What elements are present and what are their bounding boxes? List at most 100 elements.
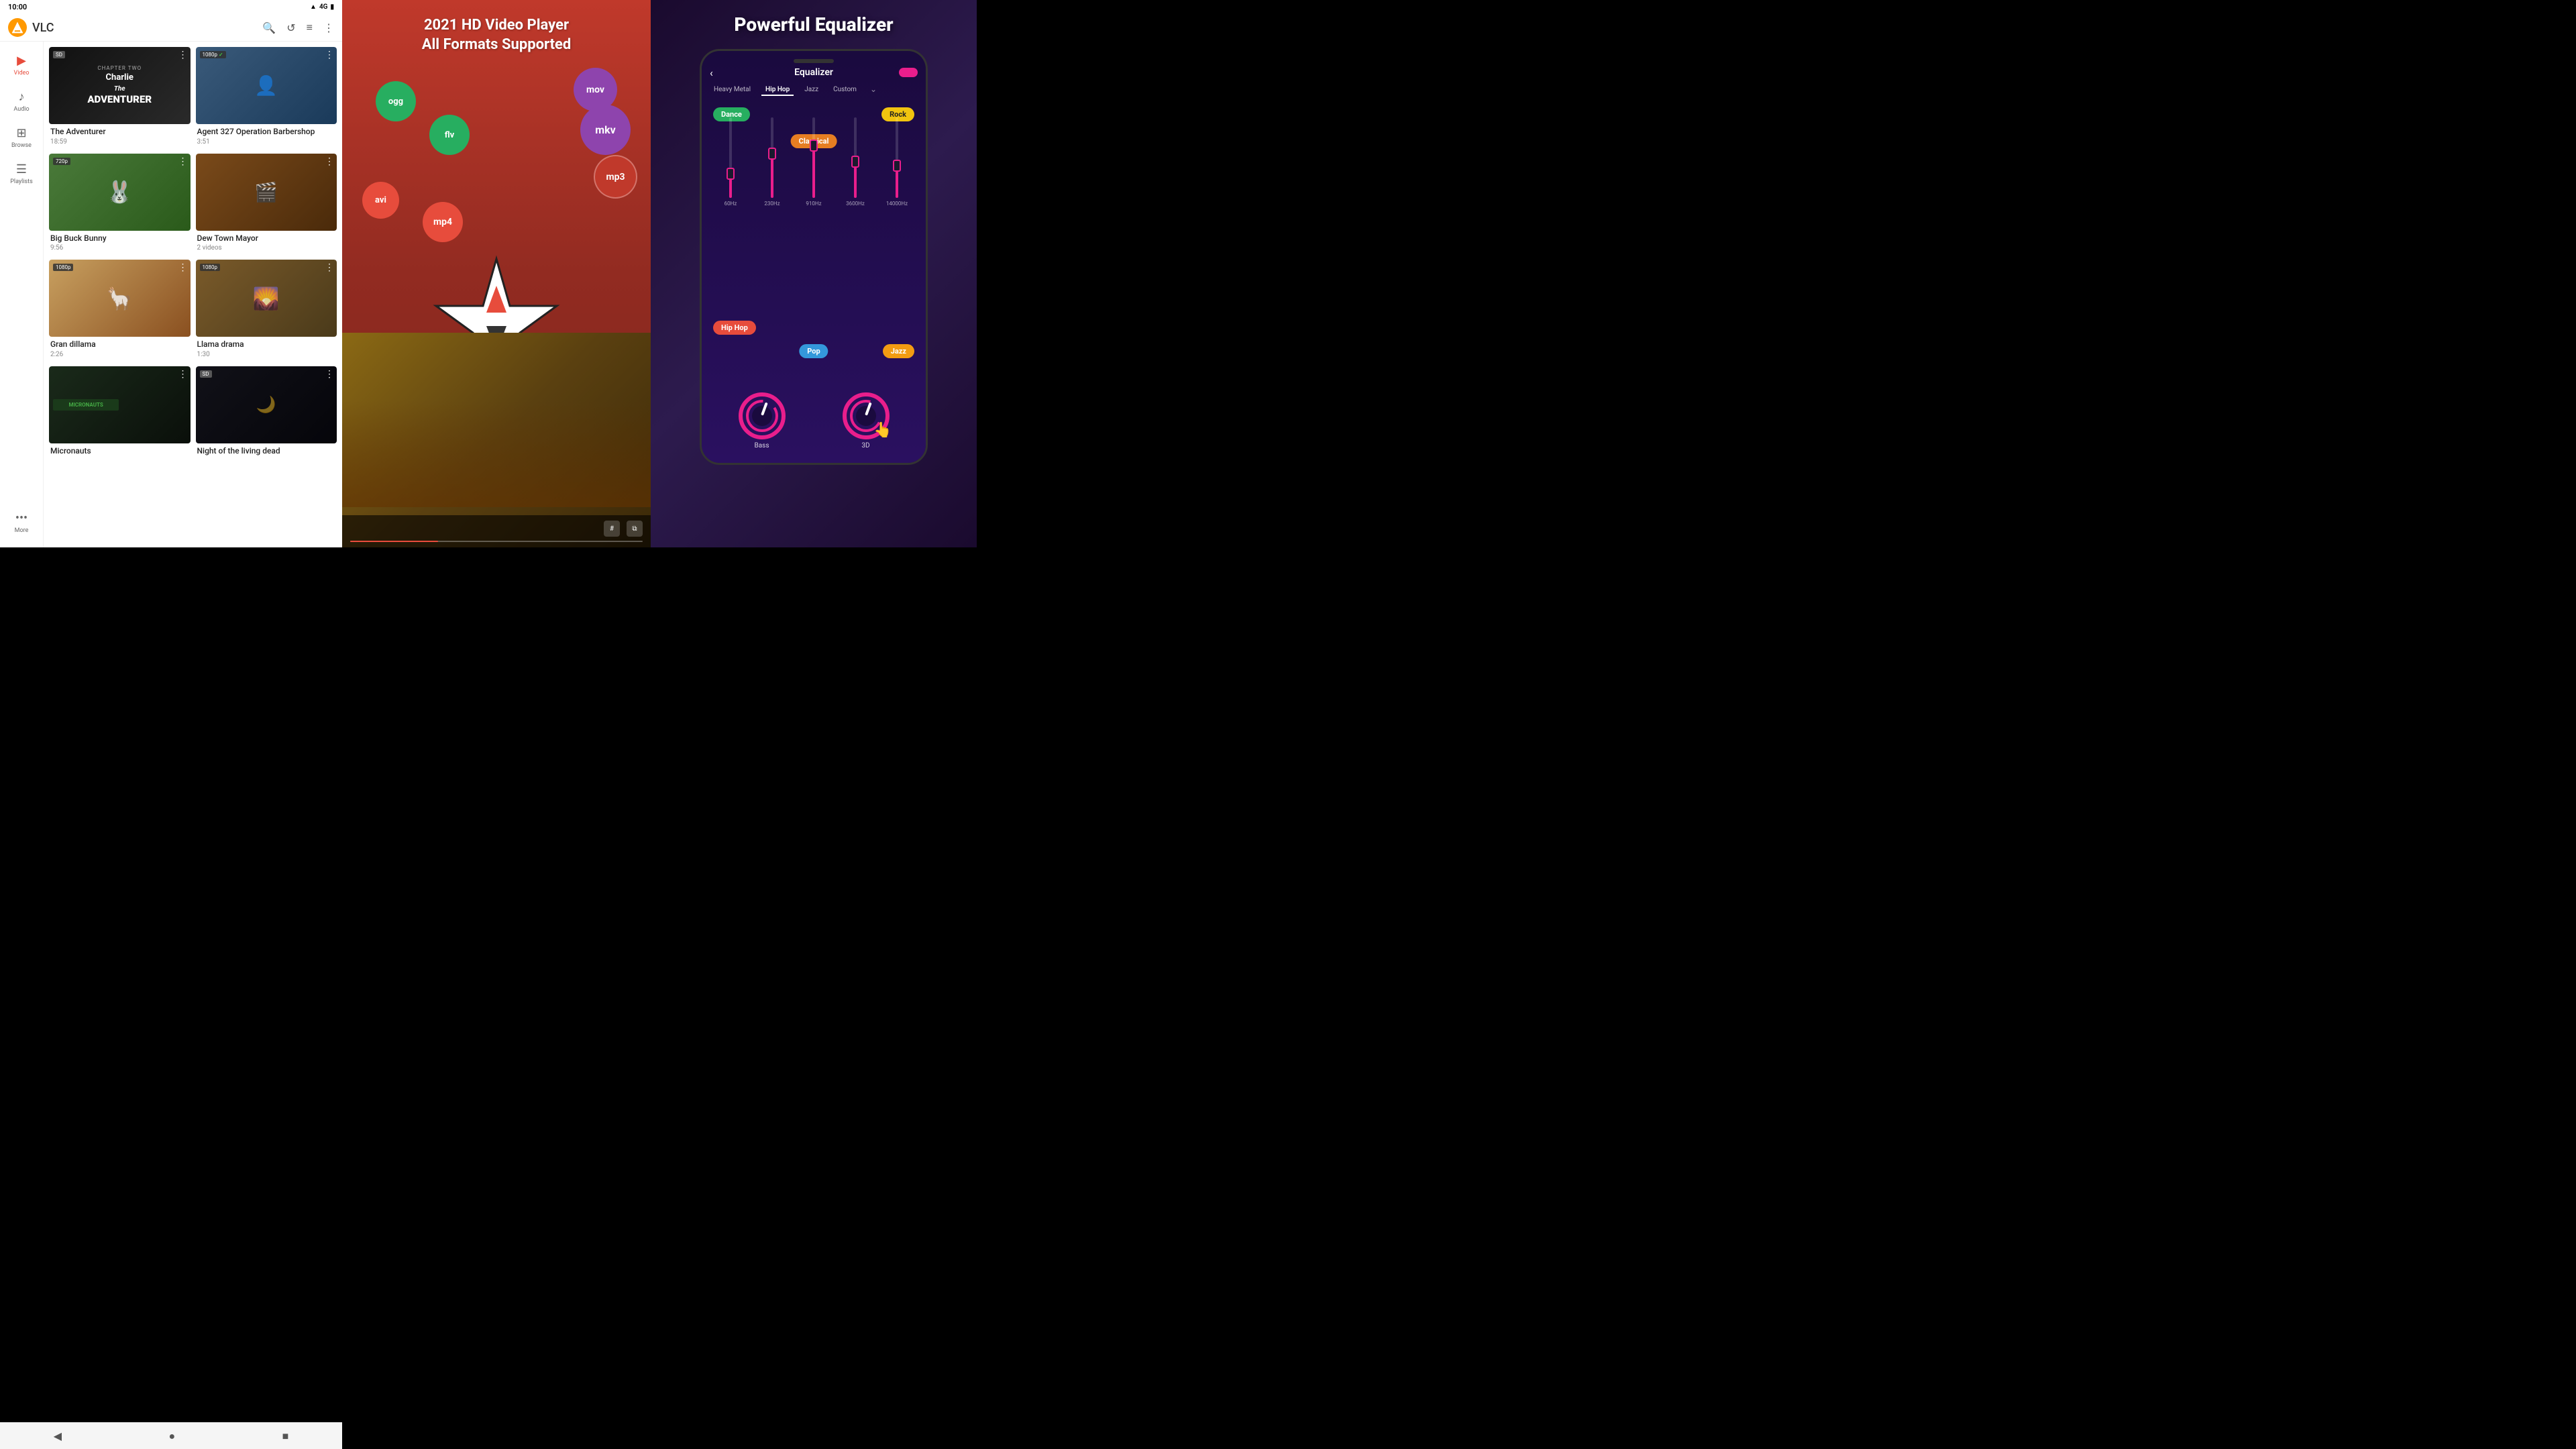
eq-bass-label: Bass [755,442,769,449]
video-icon: ▶ [17,54,26,68]
eq-slider-track-3600hz[interactable] [854,117,857,198]
video-progress-bar [350,541,643,542]
eq-preset-hiphop[interactable]: Hip Hop [761,85,794,96]
vlc-content: ▶ Video ♪ Audio ⊞ Browse ☰ Playlists •••… [0,42,342,547]
eq-slider-60hz: 60Hz [710,104,751,382]
video-menu-button[interactable]: ⋮ [178,262,188,273]
format-bubble-mp3: mp3 [594,155,637,199]
video-badge-1080p: 1080p ✓ [200,51,226,58]
video-menu-button[interactable]: ⋮ [178,50,188,60]
video-thumbnail: 🦙 1080p ⋮ [49,260,191,337]
eq-preset-jazz[interactable]: Jazz [800,85,822,96]
vlc-panel: 10:00 ▲ 4G ▮ VLC 🔍 ↺ ≡ ⋮ ▶ Video [0,0,342,547]
vlc-header: VLC 🔍 ↺ ≡ ⋮ [0,14,342,42]
video-duration: 18:59 [50,138,189,146]
list-item[interactable]: 🌄 1080p ⋮ Llama drama 1:30 [196,260,337,361]
video-badge-1080p: 1080p [200,264,220,271]
video-menu-button[interactable]: ⋮ [178,369,188,380]
eq-freq-label-14000hz: 14000Hz [886,201,908,207]
sidebar-item-video-label: Video [14,70,30,76]
video-title: Agent 327 Operation Barbershop [197,127,336,138]
eq-header-title: Equalizer [794,67,833,78]
list-item[interactable]: MICRONAUTS ⋮ Micronauts [49,366,191,460]
eq-preset-custom[interactable]: Custom [829,85,861,96]
list-item[interactable]: 🎬 ⋮ Dew Town Mayor 2 videos [196,154,337,255]
eq-presets: Heavy Metal Hip Hop Jazz Custom ⌄ [710,85,918,99]
eq-3d-label: 3D [861,442,869,449]
eq-3d-knob[interactable]: 👆 [843,392,890,439]
ad-background: 2021 HD Video Player All Formats Support… [342,0,651,547]
eq-slider-910hz: 910Hz [793,104,835,382]
video-menu-button[interactable]: ⋮ [325,262,334,273]
audio-icon: ♪ [19,90,25,104]
sidebar-item-playlists[interactable]: ☰ Playlists [0,156,43,192]
video-duration: 2:26 [50,351,189,358]
list-item[interactable]: CHAPTER TWO CharlieTheADVENTURER SD ⋮ Th… [49,47,191,148]
sidebar-item-more[interactable]: ••• More [0,504,43,547]
eq-slider-fill-910hz [812,146,815,198]
list-item[interactable]: 👤 1080p ✓ ⋮ Agent 327 Operation Barbersh… [196,47,337,148]
eq-bass-knob[interactable] [739,392,786,439]
battery-icon: ▮ [330,3,334,11]
eq-slider-230hz: 230Hz [751,104,793,382]
eq-preset-heavymetal[interactable]: Heavy Metal [710,85,755,96]
eq-slider-thumb-910hz[interactable] [810,140,818,152]
video-info: Llama drama 1:30 [196,337,337,361]
video-badge-sd: SD [200,370,212,378]
eq-slider-thumb-60hz[interactable] [727,168,735,180]
eq-slider-thumb-14000hz[interactable] [893,160,901,172]
video-thumbnail: 🐰 720p ⋮ [49,154,191,231]
format-bubble-mkv: mkv [580,105,631,155]
video-title: Gran dillama [50,339,189,350]
video-info: Dew Town Mayor 2 videos [196,231,337,255]
video-title: The Adventurer [50,127,189,138]
video-menu-button[interactable]: ⋮ [325,156,334,167]
video-sub: 2 videos [197,244,336,252]
ad-title-line1: 2021 HD Video Player [424,17,569,34]
vlc-header-icons: 🔍 ↺ ≡ ⋮ [262,21,334,34]
sort-icon[interactable]: ≡ [307,21,313,34]
list-item[interactable]: 🦙 1080p ⋮ Gran dillama 2:26 [49,260,191,361]
sidebar-item-audio[interactable]: ♪ Audio [0,83,43,119]
video-thumbnail: 🎬 ⋮ [196,154,337,231]
sidebar-item-video[interactable]: ▶ Video [0,47,43,83]
video-info: Agent 327 Operation Barbershop 3:51 [196,124,337,148]
list-item[interactable]: 🐰 720p ⋮ Big Buck Bunny 9:56 [49,154,191,255]
bass-knob-svg [745,399,779,433]
eq-slider-track-60hz[interactable] [729,117,732,198]
eq-slider-track-14000hz[interactable] [896,117,898,198]
video-info: Night of the living dead [196,443,337,460]
sidebar-item-browse[interactable]: ⊞ Browse [0,119,43,156]
video-title: Dew Town Mayor [197,233,336,244]
eq-toggle[interactable] [899,68,918,77]
video-thumbnail: CHAPTER TWO CharlieTheADVENTURER SD ⋮ [49,47,191,124]
eq-slider-thumb-230hz[interactable] [768,148,776,160]
history-icon[interactable]: ↺ [286,21,295,34]
eq-knobs-section: Bass 👆 3D [710,387,918,455]
vlc-logo [8,18,27,37]
eq-slider-thumb-3600hz[interactable] [851,156,859,168]
video-menu-button[interactable]: ⋮ [325,50,334,60]
video-badge-sd: SD [53,51,65,58]
more-icon[interactable]: ⋮ [323,21,334,34]
format-bubble-flv: flv [429,115,470,155]
list-item[interactable]: 🌙 SD ⋮ Night of the living dead [196,366,337,460]
video-badge-1080p: 1080p [53,264,73,271]
equalizer-phone-mockup: ‹ Equalizer Heavy Metal Hip Hop Jazz Cus… [700,49,928,465]
video-thumbnail: 👤 1080p ✓ ⋮ [196,47,337,124]
sidebar-item-more-label: More [15,527,29,534]
video-duration: 9:56 [50,244,189,252]
eq-phone-header: ‹ Equalizer [710,67,918,78]
eq-back-button[interactable]: ‹ [710,66,713,79]
video-menu-button[interactable]: ⋮ [178,156,188,167]
ad-phone-section: # ⧉ [342,292,651,547]
eq-slider-track-230hz[interactable] [771,117,773,198]
video-menu-button[interactable]: ⋮ [325,369,334,380]
signal-text: 4G [319,3,328,11]
video-title: Big Buck Bunny [50,233,189,244]
wifi-icon: ▲ [310,3,317,11]
video-thumbnail: 🌙 SD ⋮ [196,366,337,443]
eq-slider-track-910hz[interactable] [812,117,815,198]
video-title: Micronauts [50,446,189,457]
search-icon[interactable]: 🔍 [262,21,276,34]
